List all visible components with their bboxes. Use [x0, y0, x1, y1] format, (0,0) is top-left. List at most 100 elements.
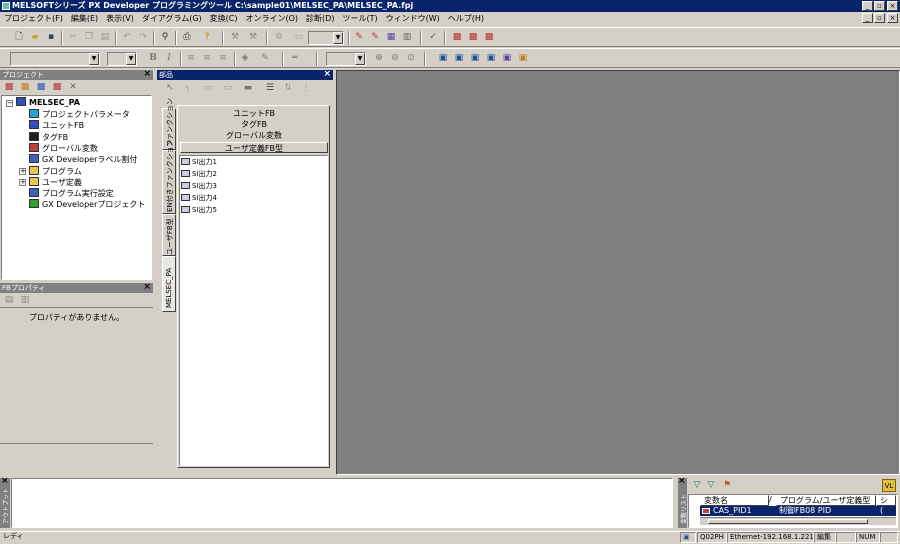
menu-window[interactable]: ウィンドウ(W): [382, 12, 444, 26]
tree-view-icon[interactable]: ⋮: [299, 82, 313, 95]
category-tag-fb[interactable]: タグFB: [180, 119, 328, 130]
list-view-icon[interactable]: ☰: [263, 82, 277, 95]
sort-icon[interactable]: ⇅: [281, 82, 295, 95]
tree-item-gx-developer-project[interactable]: GX Developerプロジェクト: [29, 199, 145, 210]
connect-icon[interactable]: ┐: [181, 82, 195, 95]
redo-icon[interactable]: ↷: [136, 31, 150, 44]
window-layout2-icon[interactable]: ▩: [466, 31, 480, 44]
new-icon[interactable]: 🗋: [12, 31, 26, 44]
mdi-restore-button[interactable]: ▫: [874, 13, 885, 23]
font-combo[interactable]: ▼: [10, 52, 100, 66]
verify-icon[interactable]: ▦: [384, 31, 398, 44]
font-size-combo[interactable]: ▼: [107, 52, 137, 66]
proj-tool3-icon[interactable]: ▩: [34, 81, 48, 94]
fb-icon[interactable]: ▭: [201, 82, 215, 95]
convert-all-icon[interactable]: ⚒: [246, 31, 260, 44]
check-icon[interactable]: ✓: [426, 31, 440, 44]
zoom-in-icon[interactable]: ⊕: [372, 52, 386, 65]
col-var-name[interactable]: 変数名: [700, 495, 769, 506]
close-button[interactable]: ×: [887, 1, 898, 11]
italic-icon[interactable]: I: [162, 52, 176, 65]
tree-item-gx-label-assign[interactable]: GX Developerラベル割付: [29, 154, 137, 165]
paste-icon[interactable]: ▤: [98, 31, 112, 44]
fb-property-close-icon[interactable]: ×: [143, 282, 151, 292]
align-left-icon[interactable]: ≡: [184, 52, 198, 65]
find-icon[interactable]: ⚲: [158, 31, 172, 44]
block-icon[interactable]: ▬: [241, 82, 255, 95]
menu-edit[interactable]: 編集(E): [67, 12, 102, 26]
output-text[interactable]: [11, 478, 673, 528]
read-plc-icon[interactable]: ✎: [368, 31, 382, 44]
list-item[interactable]: SI出力1: [181, 156, 217, 168]
align-right-icon[interactable]: ≡: [216, 52, 230, 65]
undo-icon[interactable]: ↶: [120, 31, 134, 44]
col-extra[interactable]: シ: [876, 495, 896, 506]
view-parts-icon[interactable]: ▣: [452, 52, 466, 65]
filter-icon[interactable]: ▽: [690, 479, 704, 492]
bold-icon[interactable]: B: [146, 52, 160, 65]
tree-item-project-params[interactable]: プロジェクトパラメータ: [29, 109, 130, 120]
window-layout3-icon[interactable]: ▩: [482, 31, 496, 44]
variable-close-icon[interactable]: ×: [678, 476, 686, 486]
view-property-icon[interactable]: ▣: [468, 52, 482, 65]
tab-user-fb-type[interactable]: ユーザFB型: [162, 214, 176, 256]
step-combo[interactable]: ▼: [308, 31, 344, 45]
view-project-icon[interactable]: ▣: [436, 52, 450, 65]
print-icon[interactable]: ⎙: [180, 31, 194, 44]
project-panel-close-icon[interactable]: ×: [143, 69, 151, 79]
maximize-button[interactable]: ▫: [874, 1, 885, 11]
copy-icon[interactable]: ❐: [82, 31, 96, 44]
menu-online[interactable]: オンライン(O): [242, 12, 303, 26]
parts-panel-close-icon[interactable]: ×: [323, 69, 331, 79]
write-plc-icon[interactable]: ✎: [352, 31, 366, 44]
help-icon[interactable]: ?: [200, 31, 214, 44]
tree-root[interactable]: MELSEC_PA: [16, 97, 80, 108]
view-monitor-icon[interactable]: ▣: [516, 52, 530, 65]
tree-item-tag-fb[interactable]: タグFB: [29, 131, 68, 143]
fill-color-icon[interactable]: ◈: [238, 52, 252, 65]
menu-diagram[interactable]: ダイアグラム(G): [138, 12, 206, 26]
expand-root-icon[interactable]: −: [6, 100, 13, 107]
category-user-fb-type[interactable]: ユーザ定義FB型: [180, 142, 328, 153]
tree-item-unit-fb[interactable]: ユニットFB: [29, 120, 84, 131]
view-output-icon[interactable]: ▣: [484, 52, 498, 65]
delete-icon[interactable]: ✕: [66, 81, 80, 94]
lookup-icon[interactable]: VL: [882, 479, 896, 492]
col-type[interactable]: プログラム/ユーザ定義型: [776, 495, 876, 506]
list-item[interactable]: SI出力5: [181, 204, 217, 216]
menu-help[interactable]: ヘルプ(H): [444, 12, 488, 26]
horizontal-scrollbar[interactable]: [700, 517, 896, 525]
tree-item-global-var[interactable]: グローバル変数: [29, 142, 98, 154]
mdi-minimize-button[interactable]: _: [862, 13, 873, 23]
sort-category-icon[interactable]: ▤: [2, 294, 16, 307]
tree-item-program-exec-setting[interactable]: プログラム実行設定: [29, 188, 114, 199]
menu-diagnostics[interactable]: 診断(D): [302, 12, 338, 26]
pointer-icon[interactable]: ↖: [163, 82, 177, 95]
align-center-icon[interactable]: ≡: [200, 52, 214, 65]
tool-icon[interactable]: ⚙: [272, 31, 286, 44]
proj-tool1-icon[interactable]: ▩: [2, 81, 16, 94]
variable-tool-icon[interactable]: ⚑: [720, 479, 734, 492]
category-global-var[interactable]: グローバル変数: [180, 130, 328, 141]
zoom-out-icon[interactable]: ⊖: [388, 52, 402, 65]
online-icon[interactable]: ▥: [400, 31, 414, 44]
convert-icon[interactable]: ⚒: [228, 31, 242, 44]
list-item[interactable]: SI出力2: [181, 168, 217, 180]
output-close-icon[interactable]: ×: [1, 476, 9, 486]
proj-tool2-icon[interactable]: ▩: [18, 81, 32, 94]
menu-project[interactable]: プロジェクト(F): [0, 12, 67, 26]
tab-en-function[interactable]: EN付きファンクション: [162, 139, 176, 214]
line-color-icon[interactable]: ✎: [258, 52, 272, 65]
tab-melsec-pa[interactable]: MELSEC_PA: [162, 256, 176, 312]
list-item[interactable]: SI出力3: [181, 180, 217, 192]
category-unit-fb[interactable]: ユニットFB: [180, 108, 328, 119]
scroll-thumb[interactable]: [708, 519, 868, 524]
minimize-button[interactable]: _: [862, 1, 873, 11]
list-item[interactable]: SI出力4: [181, 192, 217, 204]
menu-tools[interactable]: ツール(T): [338, 12, 381, 26]
menu-convert[interactable]: 変換(C): [206, 12, 242, 26]
proj-tool4-icon[interactable]: ▩: [50, 81, 64, 94]
line-style-icon[interactable]: ═: [288, 52, 302, 65]
menu-view[interactable]: 表示(V): [102, 12, 138, 26]
zoom-combo[interactable]: ▼: [326, 52, 366, 66]
